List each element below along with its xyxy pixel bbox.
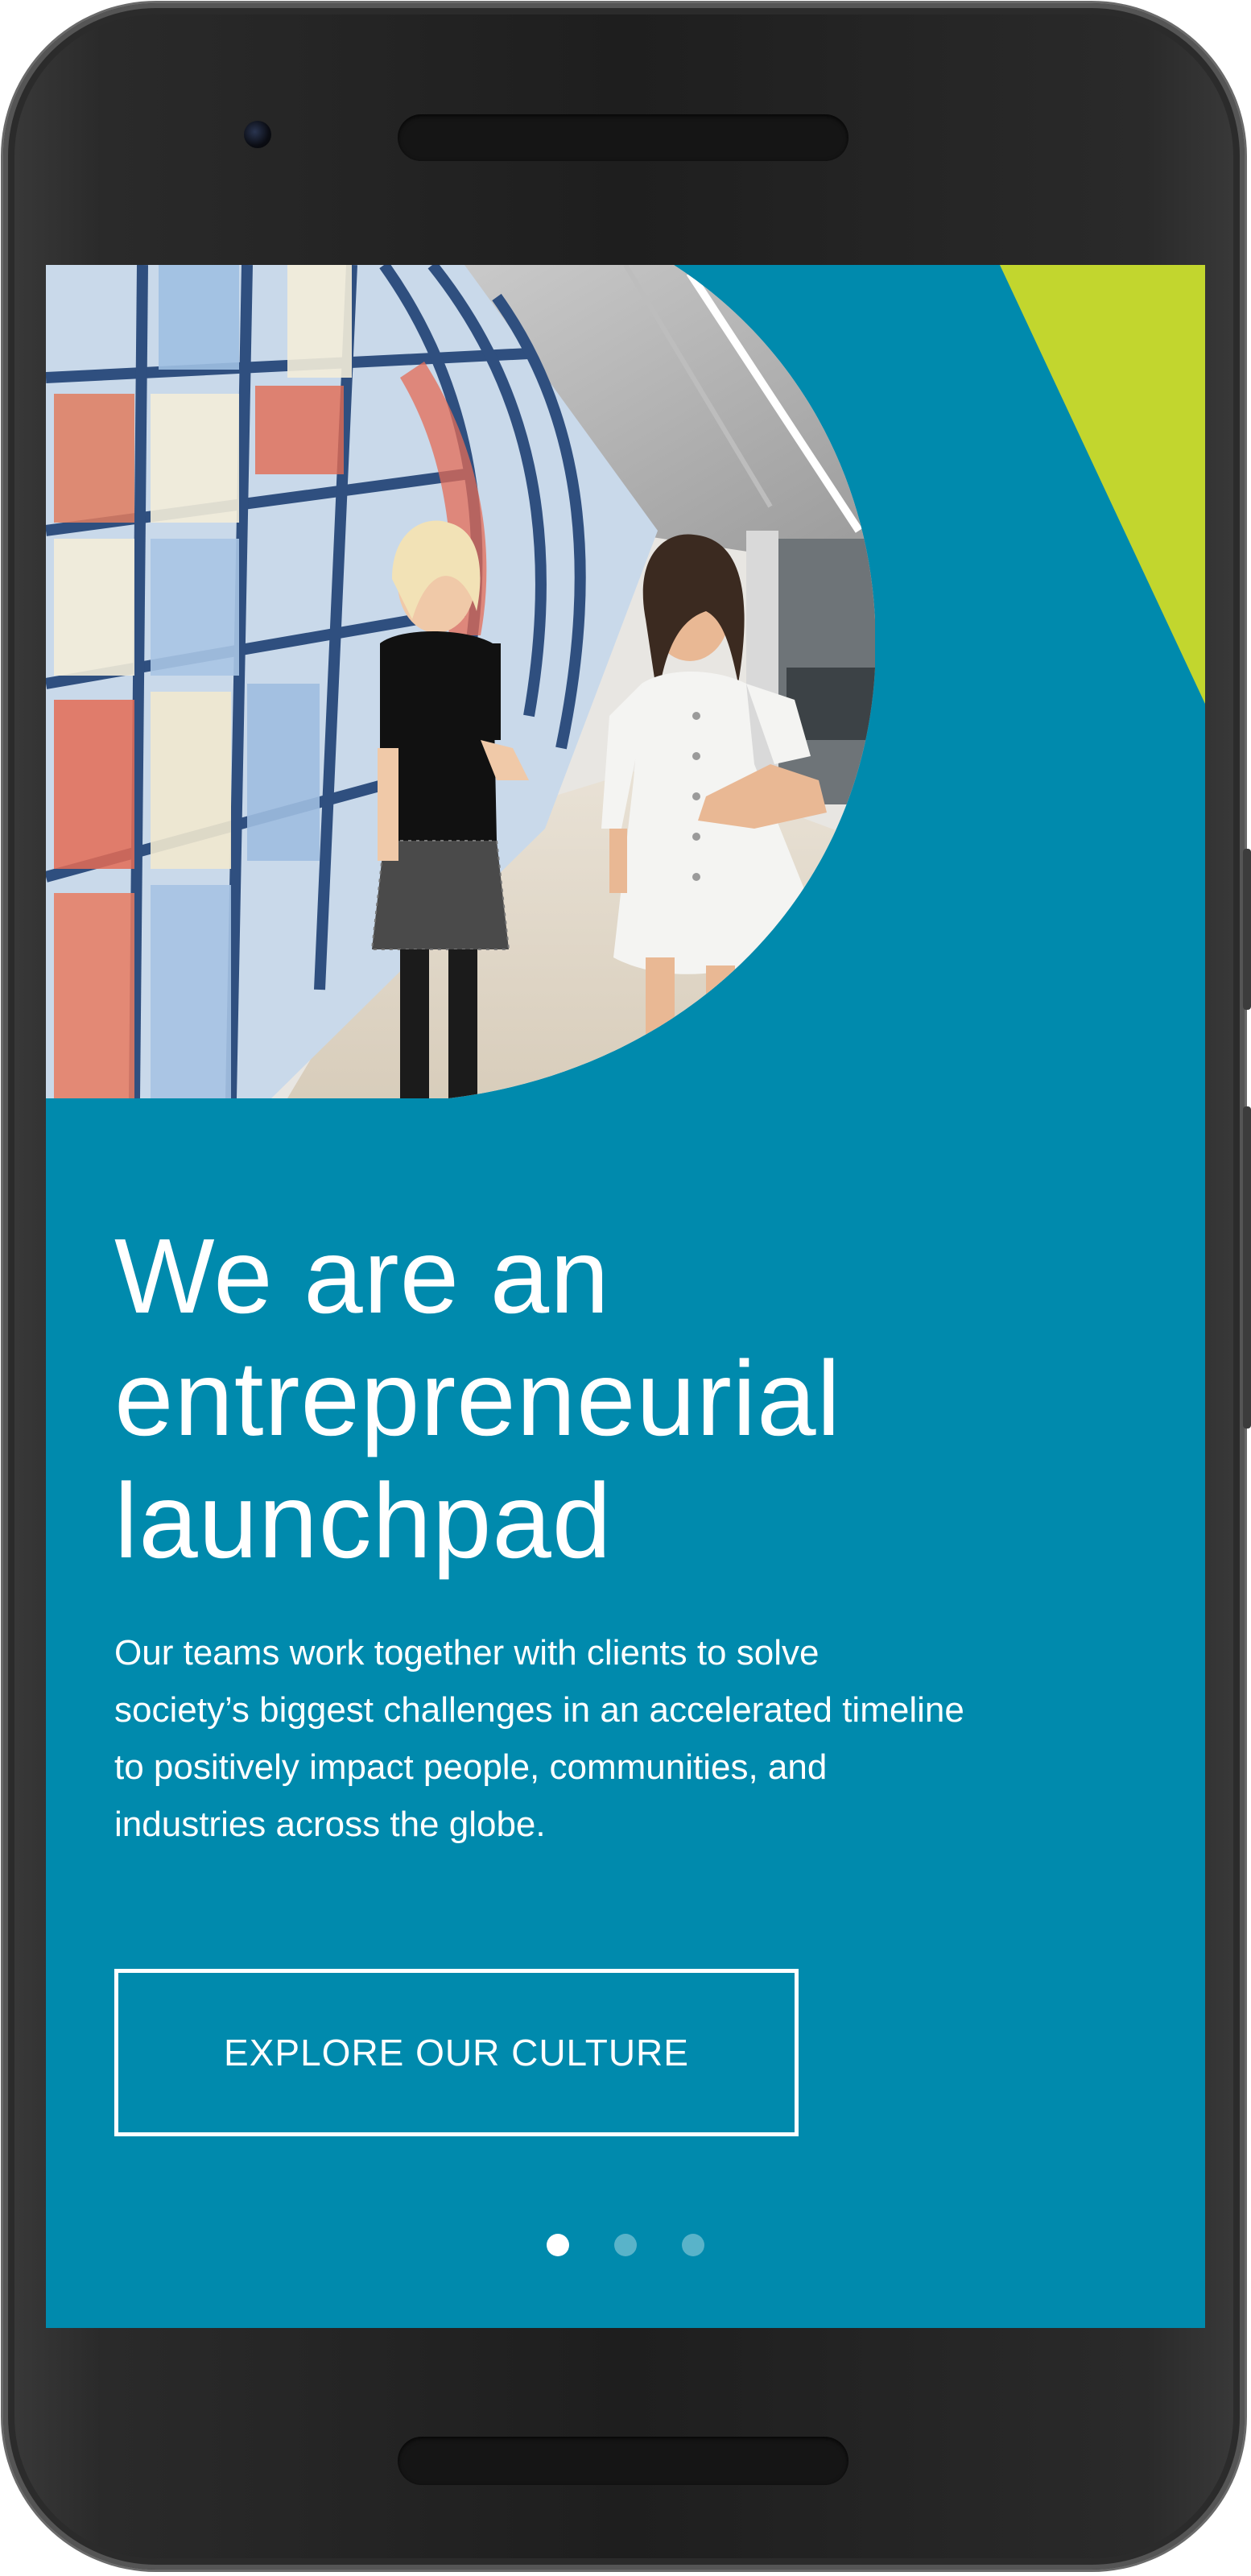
volume-button xyxy=(1243,849,1251,1010)
app-screen: We are an entrepreneurial launchpad Our … xyxy=(46,265,1205,2328)
earpiece-speaker xyxy=(398,114,848,161)
front-camera-icon xyxy=(244,121,271,148)
headline-line-1: We are an xyxy=(114,1217,610,1335)
intro-paragraph: Our teams work together with clients to … xyxy=(114,1624,1177,1853)
headline-line-3: launchpad xyxy=(114,1462,613,1580)
body-line-1: Our teams work together with clients to … xyxy=(114,1633,820,1673)
carousel-dot-2[interactable] xyxy=(614,2234,637,2256)
carousel-pagination xyxy=(46,2234,1205,2258)
body-line-3: to positively impact people, communities… xyxy=(114,1747,828,1787)
explore-culture-button[interactable]: EXPLORE OUR CULTURE xyxy=(114,1969,799,2136)
carousel-dot-1[interactable] xyxy=(547,2234,569,2256)
body-line-2: society’s biggest challenges in an accel… xyxy=(114,1690,964,1730)
bottom-speaker xyxy=(398,2437,848,2485)
body-line-4: industries across the globe. xyxy=(114,1805,546,1844)
power-button xyxy=(1243,1106,1251,1429)
page-title: We are an entrepreneurial launchpad xyxy=(114,1215,1161,1582)
carousel-dot-3[interactable] xyxy=(682,2234,704,2256)
headline-line-2: entrepreneurial xyxy=(114,1339,841,1458)
hero-section xyxy=(46,265,1205,1098)
hero-photo xyxy=(46,265,875,1098)
